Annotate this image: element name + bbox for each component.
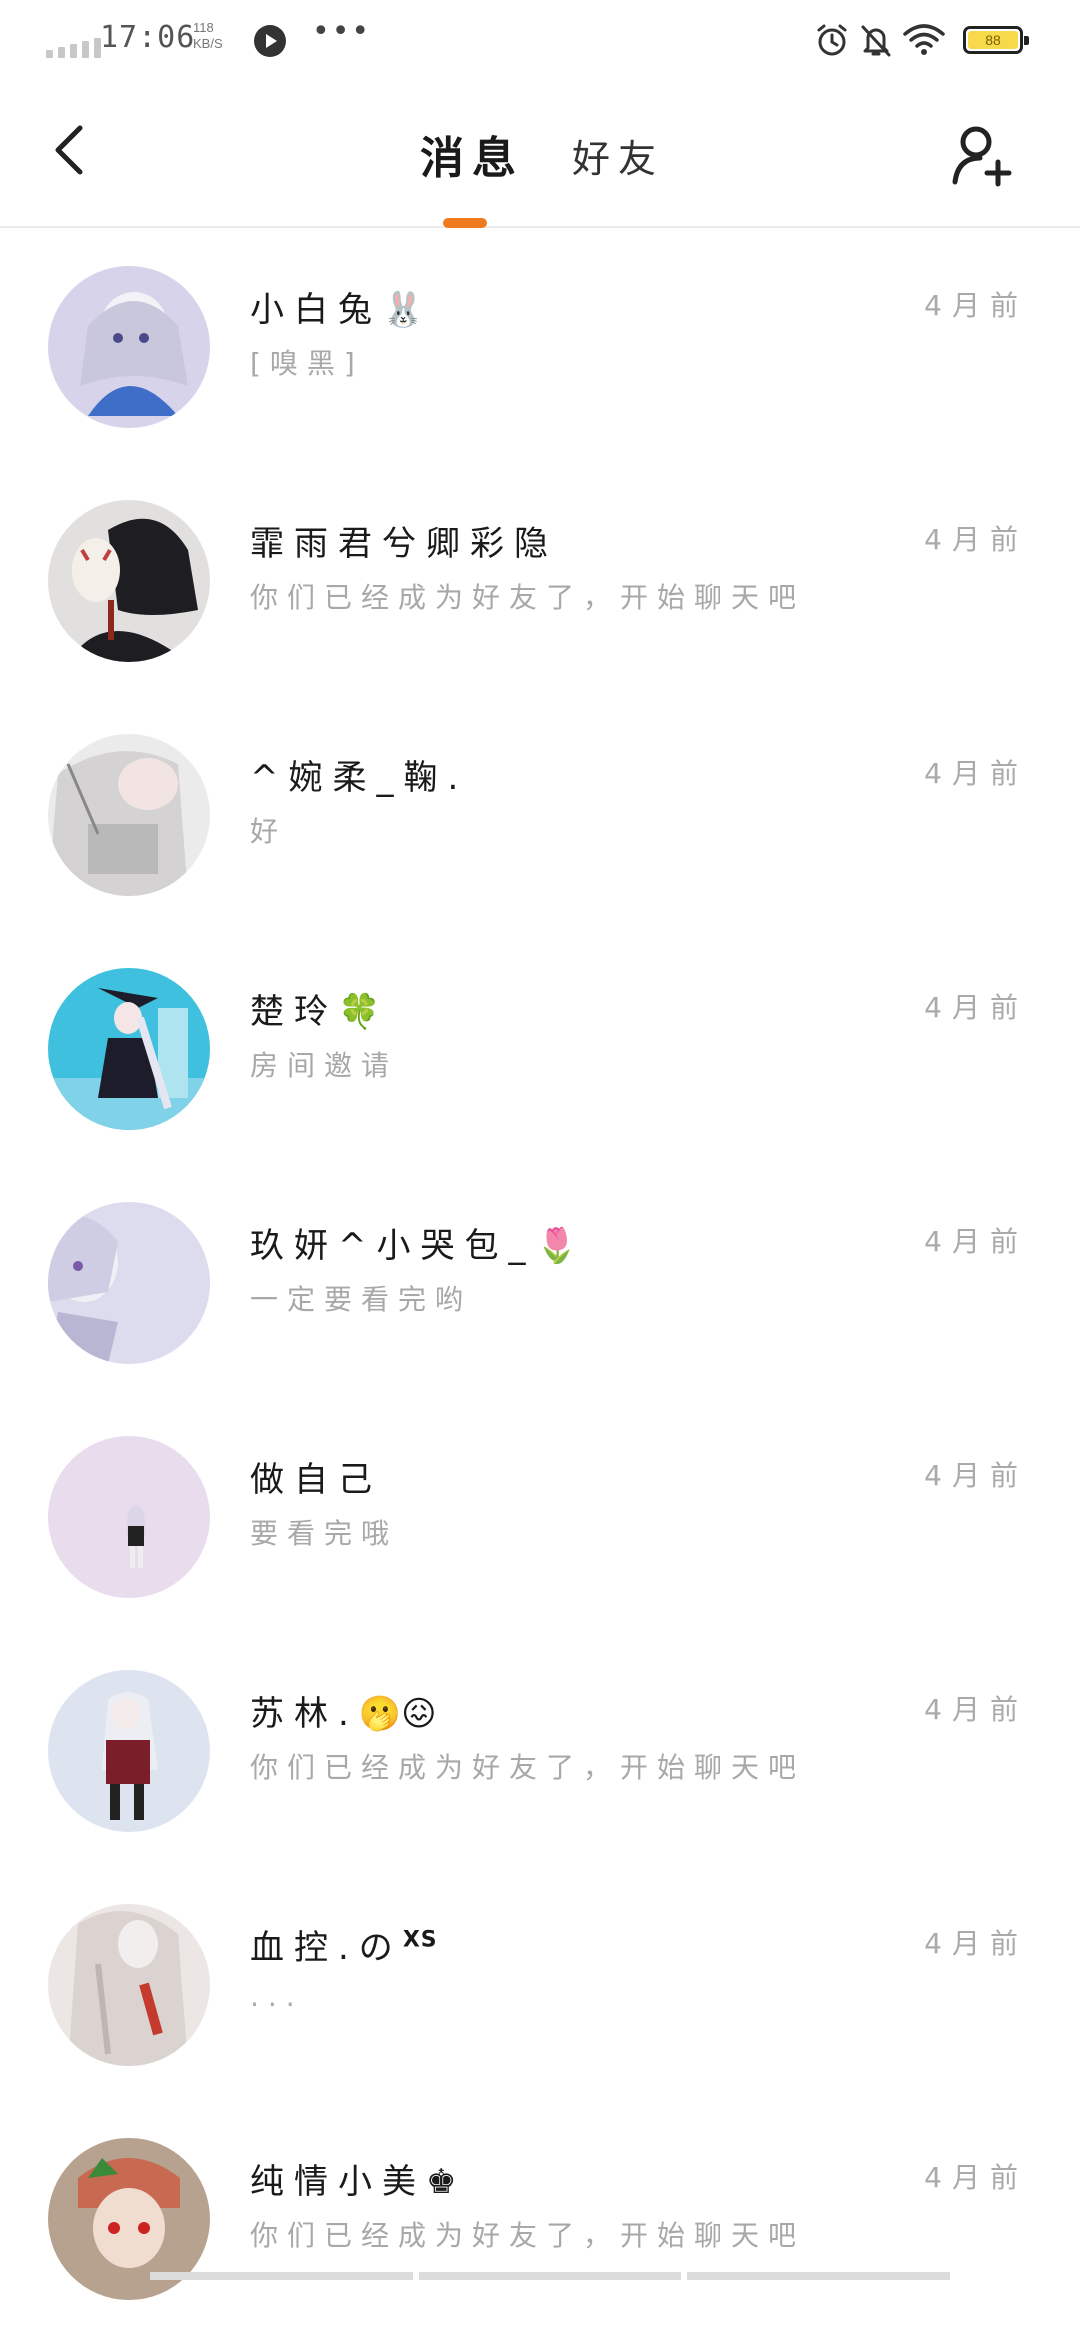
mute-bell-icon bbox=[861, 25, 891, 57]
message-preview: 要看完哦 bbox=[250, 1517, 399, 1550]
message-preview: 房间邀请 bbox=[250, 1049, 399, 1082]
status-time: 17:06 bbox=[100, 20, 196, 55]
battery-icon: 88 bbox=[963, 26, 1029, 54]
avatar[interactable] bbox=[48, 1436, 210, 1598]
contact-name: 霏雨君兮卿彩隐 bbox=[250, 524, 558, 564]
name-emoji: 🐰 bbox=[382, 290, 425, 330]
message-preview: 一定要看完哟 bbox=[250, 1283, 473, 1316]
message-preview: 你们已经成为好友了，开始聊天吧 bbox=[250, 1751, 806, 1784]
contact-name: 小白兔🐰 bbox=[250, 290, 425, 330]
tab-friends[interactable]: 好友 bbox=[572, 128, 664, 183]
avatar[interactable] bbox=[48, 1670, 210, 1832]
message-time: 4月前 bbox=[924, 289, 1028, 322]
network-speed: 118 KB/S bbox=[193, 20, 223, 52]
conversation-item[interactable]: 血控.のXS ... 4月前 bbox=[0, 1872, 1080, 2106]
conversation-item[interactable]: 做自己 要看完哦 4月前 bbox=[0, 1404, 1080, 1638]
contact-name: 血控.のXS bbox=[250, 1927, 438, 1968]
message-preview: ... bbox=[250, 1980, 304, 2013]
conversation-item[interactable]: 霏雨君兮卿彩隐 你们已经成为好友了，开始聊天吧 4月前 bbox=[0, 468, 1080, 702]
avatar[interactable] bbox=[48, 500, 210, 662]
tab-messages[interactable]: 消息 bbox=[420, 122, 524, 186]
message-time: 4月前 bbox=[924, 991, 1028, 1024]
message-preview: 你们已经成为好友了，开始聊天吧 bbox=[250, 581, 806, 614]
name-emoji: 🫢😖 bbox=[358, 1694, 437, 1734]
contact-name: 做自己 bbox=[250, 1460, 382, 1500]
add-friend-icon[interactable] bbox=[950, 122, 1016, 188]
conversation-item[interactable]: ^婉柔_鞠. 好 4月前 bbox=[0, 702, 1080, 936]
contact-name: 苏林.🫢😖 bbox=[250, 1694, 437, 1734]
avatar[interactable] bbox=[48, 266, 210, 428]
message-time: 4月前 bbox=[924, 1693, 1028, 1726]
conversation-item[interactable]: 楚玲🍀 房间邀请 4月前 bbox=[0, 936, 1080, 1170]
name-emoji: 🌷 bbox=[535, 1226, 578, 1266]
message-preview: [嗅黑] bbox=[250, 347, 364, 380]
avatar[interactable] bbox=[48, 1904, 210, 2066]
contact-name: ^婉柔_鞠. bbox=[250, 758, 469, 798]
conversation-item[interactable]: 纯情小美♚ 你们已经成为好友了，开始聊天吧 4月前 bbox=[0, 2106, 1080, 2340]
status-bar: 17:06 118 KB/S ••• 88 bbox=[0, 0, 1080, 82]
contact-name: 纯情小美♚ bbox=[250, 2162, 457, 2202]
message-time: 4月前 bbox=[924, 1459, 1028, 1492]
back-arrow-icon[interactable] bbox=[46, 120, 96, 180]
network-speed-value: 118 bbox=[193, 20, 214, 35]
battery-level: 88 bbox=[968, 31, 1018, 49]
name-superscript: XS bbox=[402, 1927, 438, 1953]
active-tab-indicator bbox=[443, 218, 487, 228]
bottom-edge-strip bbox=[150, 2272, 951, 2280]
contact-name: 玖妍^小哭包_🌷 bbox=[250, 1226, 578, 1266]
message-preview: 你们已经成为好友了，开始聊天吧 bbox=[250, 2219, 806, 2252]
conversation-item[interactable]: 小白兔🐰 [嗅黑] 4月前 bbox=[0, 234, 1080, 468]
message-time: 4月前 bbox=[924, 1927, 1028, 1960]
network-speed-unit: KB/S bbox=[193, 36, 223, 51]
conversation-item[interactable]: 苏林.🫢😖 你们已经成为好友了，开始聊天吧 4月前 bbox=[0, 1638, 1080, 1872]
signal-icon bbox=[46, 38, 101, 58]
more-notifications-icon: ••• bbox=[312, 14, 372, 49]
avatar[interactable] bbox=[48, 734, 210, 896]
avatar[interactable] bbox=[48, 1202, 210, 1364]
message-time: 4月前 bbox=[924, 2161, 1028, 2194]
alarm-icon bbox=[817, 24, 847, 56]
message-time: 4月前 bbox=[924, 757, 1028, 790]
message-time: 4月前 bbox=[924, 1225, 1028, 1258]
conversation-item[interactable]: 玖妍^小哭包_🌷 一定要看完哟 4月前 bbox=[0, 1170, 1080, 1404]
contact-name: 楚玲🍀 bbox=[250, 992, 381, 1032]
wifi-icon bbox=[903, 24, 945, 55]
conversation-list: 小白兔🐰 [嗅黑] 4月前 霏雨君兮卿彩隐 你们已经成为好友了，开始聊天吧 4月… bbox=[0, 234, 1080, 2340]
name-emoji: ♚ bbox=[426, 2162, 457, 2202]
top-nav-bar: 消息 好友 bbox=[0, 82, 1080, 228]
media-play-icon bbox=[254, 25, 286, 57]
name-emoji: 🍀 bbox=[338, 992, 381, 1032]
message-preview: 好 bbox=[250, 815, 288, 848]
message-time: 4月前 bbox=[924, 523, 1028, 556]
avatar[interactable] bbox=[48, 968, 210, 1130]
